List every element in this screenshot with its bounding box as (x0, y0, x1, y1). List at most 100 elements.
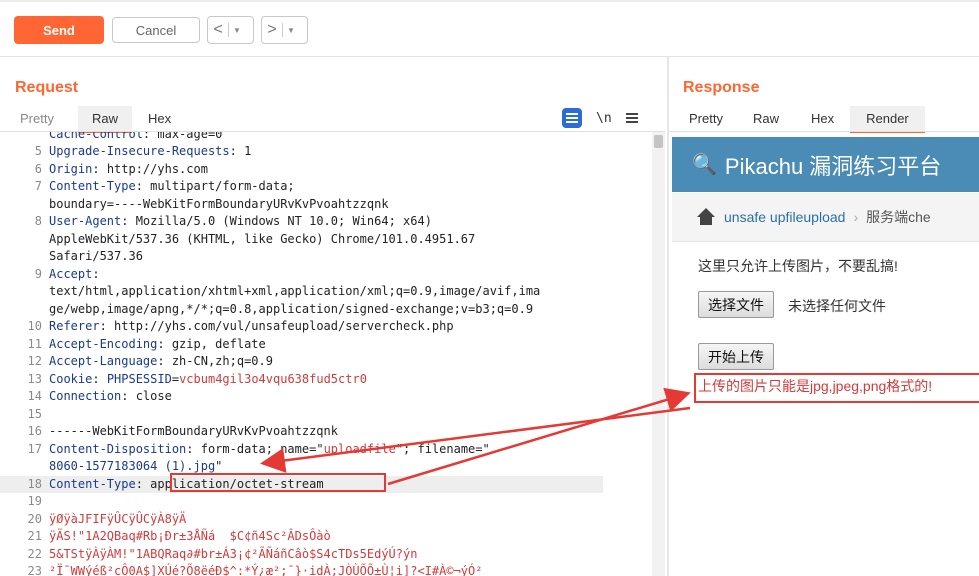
line-code: 5&TStÿÀÿÀM!"1ABQRaq∂#br±Á3¡¢²ÃÑáñCâ… (49, 546, 417, 564)
response-title: Response (683, 79, 759, 97)
forward-arrow-icon[interactable]: > (262, 21, 282, 39)
send-button[interactable]: Send (14, 16, 104, 44)
tab-raw[interactable]: Raw (743, 106, 789, 132)
line-number: 11 (0, 336, 42, 354)
code-token: Safari/537.36 (49, 249, 143, 263)
line-code: boundary=----WebKitFormBoundaryURvKvPvoa… (49, 196, 389, 214)
line-code: Content-Type: application/octet-stream (49, 476, 324, 494)
editor-line[interactable]: 18 Content-Type: application/octet-stream (0, 476, 603, 494)
menu-icon[interactable] (626, 113, 638, 123)
line-code: Origin: http://yhs.com (49, 161, 208, 179)
code-token: Cache-Control (49, 132, 143, 141)
code-token: gzip, deflate (172, 337, 266, 351)
cancel-button[interactable]: Cancel (112, 17, 200, 43)
code-token: Content-Type (49, 179, 136, 193)
line-code: ÿÄS!"1A2QBaq#Rb¡Ðr±3ÅÑá $C¢ñ4Sc²ÂDs… (49, 528, 331, 546)
scrollbar[interactable] (652, 132, 665, 576)
editor-tools: \n (562, 108, 638, 128)
toolbar: Send Cancel < ▼ > ▼ (0, 2, 979, 57)
code-token: : (230, 144, 244, 158)
line-number: 13 (0, 371, 42, 389)
line-number: 20 (0, 511, 42, 529)
code-token: : (157, 354, 171, 368)
rendered-page: 🔍 Pikachu 漏洞练习平台 unsafe upfileupload › 服… (672, 137, 979, 576)
code-token: : (92, 267, 99, 281)
wrap-lines-icon[interactable] (562, 108, 582, 128)
panel-divider[interactable] (667, 57, 669, 576)
line-code: Content-Type: multipart/form-data; (49, 178, 295, 196)
tab-hex[interactable]: Hex (138, 106, 181, 132)
tab-raw[interactable]: Raw (78, 106, 132, 132)
chevron-down-icon[interactable]: ▼ (229, 26, 245, 35)
code-token: "; filename=" (396, 442, 490, 456)
code-token: multipart/form-data; (150, 179, 295, 193)
code-token: text/html,application/xhtml+xml,applicat… (49, 284, 540, 298)
code-token: http://yhs.com (107, 162, 208, 176)
line-code: Accept: (49, 266, 100, 284)
code-token: Referer (49, 319, 100, 333)
code-token: ge/webp,image/apng,*/*;q=0.8,application… (49, 302, 533, 316)
line-number: 16 (0, 423, 42, 441)
code-token: : (92, 162, 106, 176)
site-title[interactable]: Pikachu 漏洞练习平台 (725, 149, 941, 181)
line-number: 5 (0, 143, 42, 161)
newline-toggle[interactable]: \n (596, 111, 612, 126)
back-nav-group: < ▼ (207, 16, 254, 44)
code-token: : (143, 132, 157, 141)
notice-text: 这里只允许上传图片，不要乱搞! (698, 256, 898, 276)
line-number: 19 (0, 493, 42, 511)
code-token: Accept-Language (49, 354, 157, 368)
no-file-text: 未选择任何文件 (788, 296, 886, 316)
line-code: AppleWebKit/537.36 (KHTML, like Gecko) C… (49, 231, 475, 249)
line-number: 15 (0, 406, 42, 424)
tab-render[interactable]: Render (850, 106, 925, 132)
line-number: 7 (0, 178, 42, 196)
code-token: : (121, 214, 135, 228)
code-token: max-age=0 (157, 132, 222, 141)
chevron-down-icon[interactable]: ▼ (283, 26, 299, 35)
request-editor[interactable]: Cache-Control: max-age=0 5 Upgrade-Insecur… (0, 132, 651, 576)
home-icon[interactable] (696, 208, 716, 226)
site-header: 🔍 Pikachu 漏洞练习平台 (672, 137, 979, 192)
key-icon: 🔍 (692, 152, 717, 177)
line-number: 12 (0, 353, 42, 371)
back-arrow-icon[interactable]: < (208, 21, 228, 39)
code-token: close (136, 389, 172, 403)
scrollbar-thumb[interactable] (654, 135, 663, 148)
request-title: Request (15, 79, 78, 97)
code-token: Accept-Encoding (49, 337, 157, 351)
breadcrumb-current: 服务端che (866, 207, 931, 227)
code-token: : (136, 477, 150, 491)
code-token: Origin (49, 162, 92, 176)
upload-button[interactable]: 开始上传 (698, 343, 774, 370)
line-number: 21 (0, 528, 42, 546)
code-token: Upgrade-Insecure-Requests (49, 144, 230, 158)
tab-pretty[interactable]: Pretty (10, 106, 64, 132)
line-number: 22 (0, 546, 42, 564)
breadcrumb-link[interactable]: unsafe upfileupload (724, 209, 845, 225)
code-token: = (172, 372, 179, 386)
code-token: ------WebKitFormBoundaryURvKvPvoahtzzqnk (49, 424, 338, 438)
code-token: ÿÄS!"1A2QBaq#Rb¡Ðr±3ÅÑá $C¢ñ4Sc²ÂDs… (49, 529, 331, 543)
code-token: Mozilla/5.0 (Windows NT 10.0; Win64; x64… (136, 214, 432, 228)
tab-pretty[interactable]: Pretty (679, 106, 733, 132)
code-token: ÿØÿàJFIFÿÛCÿÛCÿÀ8ÿÄ (49, 512, 186, 526)
code-token: : (157, 337, 171, 351)
code-token: zh-CN,zh;q=0.9 (172, 354, 273, 368)
line-number: 17 (0, 441, 42, 459)
line-code: Connection: close (49, 388, 172, 406)
code-token: Content-Disposition (49, 442, 186, 456)
code-token: : (136, 179, 150, 193)
line-code: ------WebKitFormBoundaryURvKvPvoahtzzqnk (49, 423, 338, 441)
line-code: User-Agent: Mozilla/5.0 (Windows NT 10.0… (49, 213, 432, 231)
code-token: 1 (244, 144, 251, 158)
line-code: Content-Disposition: form-data; name="up… (49, 441, 490, 459)
line-number: 14 (0, 388, 42, 406)
tab-hex[interactable]: Hex (801, 106, 844, 132)
choose-file-button[interactable]: 选择文件 (698, 291, 774, 318)
line-number: 23 (0, 563, 42, 576)
request-tabs: Pretty Raw Hex (10, 106, 181, 132)
code-token: http://yhs.com/vul/unsafeupload/serverch… (114, 319, 454, 333)
line-code: Cache-Control: max-age=0 (49, 132, 222, 143)
line-code: Safari/537.36 (49, 248, 143, 266)
